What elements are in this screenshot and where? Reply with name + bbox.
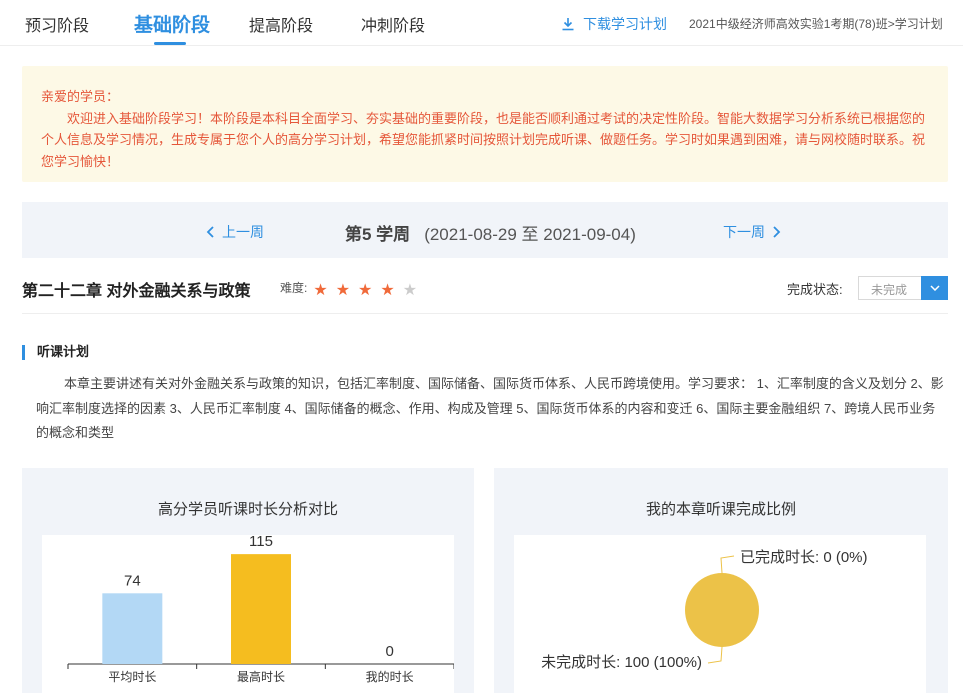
- bar-value-label: 115: [249, 535, 273, 550]
- star-filled-icon: ★: [335, 282, 351, 299]
- next-week-button[interactable]: 下一周: [723, 222, 781, 242]
- difficulty-label: 难度:: [280, 281, 308, 295]
- notice-body: 欢迎进入基础阶段学习！本阶段是本科目全面学习、夯实基础的重要阶段，也是能否顺利通…: [41, 110, 926, 169]
- status-label: 完成状态:: [787, 282, 843, 297]
- pie-slice: [685, 573, 759, 647]
- week-navigation: 上一周 第5 学周 (2021-08-29 至 2021-09-04) 下一周: [22, 202, 948, 258]
- download-plan-label: 下载学习计划: [583, 16, 667, 32]
- bar-chart-area: 74 平均时长 115 最高时长 0 我的时长: [42, 535, 454, 693]
- tab-basic-stage[interactable]: 基础阶段: [134, 10, 210, 37]
- bar-value-label: 0: [385, 643, 393, 660]
- week-title: 第5 学周 (2021-08-29 至 2021-09-04): [345, 220, 636, 245]
- duration-comparison-panel: 高分学员听课时长分析对比 74 平均时长 115 最高时长 0 我的时长: [22, 468, 474, 693]
- pie-leader-line: [720, 555, 735, 574]
- notice-greeting: 亲爱的学员：: [41, 89, 120, 104]
- pie-label-incomplete: 未完成时长: 100 (100%): [541, 654, 702, 671]
- chevron-right-icon: [773, 226, 781, 238]
- difficulty-stars: ★ ★ ★ ★ ★: [313, 280, 425, 300]
- pie-chart: 已完成时长: 0 (0%) 未完成时长: 100 (100%): [541, 549, 868, 671]
- download-icon: [562, 18, 574, 31]
- next-week-label: 下一周: [723, 224, 765, 240]
- star-empty-icon: ★: [402, 282, 418, 299]
- previous-week-button[interactable]: 上一周: [206, 222, 264, 242]
- status-select[interactable]: 未完成: [858, 276, 948, 300]
- bar-chart-title: 高分学员听课时长分析对比: [157, 501, 338, 518]
- x-tick-label: 最高时长: [237, 669, 285, 684]
- x-tick-label: 我的时长: [366, 669, 414, 684]
- chevron-left-icon: [206, 226, 214, 238]
- star-filled-icon: ★: [313, 282, 328, 299]
- status-value: 未完成: [871, 283, 908, 297]
- lecture-plan-title: 听课计划: [22, 345, 89, 360]
- pie-label-completed: 已完成时长: 0 (0%): [740, 549, 868, 566]
- x-tick-label: 平均时长: [108, 670, 156, 684]
- pie-chart-area: 已完成时长: 0 (0%) 未完成时长: 100 (100%): [514, 535, 926, 693]
- bar: [102, 593, 163, 664]
- lecture-plan-description: 本章主要讲述有关对外金融关系与政策的知识，包括汇率制度、国际储备、国际货币体系、…: [36, 376, 944, 440]
- week-number: 第5 学周: [345, 225, 411, 244]
- tab-sprint-stage[interactable]: 冲刺阶段: [361, 12, 425, 36]
- tab-advanced-stage[interactable]: 提高阶段: [249, 12, 313, 36]
- tab-preview-stage[interactable]: 预习阶段: [25, 12, 89, 36]
- bar-value-label: 74: [124, 572, 141, 589]
- star-filled-icon: ★: [380, 282, 395, 299]
- pie-leader-line: [707, 646, 723, 664]
- difficulty-rating: 难度: ★ ★ ★ ★ ★: [280, 279, 425, 300]
- chevron-down-icon[interactable]: [921, 276, 948, 300]
- bar-chart: 74 平均时长 115 最高时长 0 我的时长: [67, 535, 454, 684]
- download-plan-link[interactable]: 下载学习计划: [561, 14, 667, 34]
- stage-tabs: 预习阶段 基础阶段 提高阶段 冲刺阶段 下载学习计划 2021中级经济师高效实验…: [0, 0, 963, 46]
- bar: [231, 554, 291, 664]
- chapter-title: 第二十二章 对外金融关系与政策: [22, 283, 251, 300]
- star-filled-icon: ★: [358, 282, 373, 299]
- pie-chart-title: 我的本章听课完成比例: [645, 501, 796, 518]
- previous-week-label: 上一周: [222, 224, 264, 240]
- active-tab-indicator: [154, 42, 186, 45]
- completion-ratio-panel: 我的本章听课完成比例 已完成时长: 0 (0%) 未完成时长: 100 (100%…: [494, 468, 948, 693]
- chapter-header: 第二十二章 对外金融关系与政策 难度: ★ ★ ★ ★ ★ 完成状态: 未完成: [22, 262, 948, 314]
- week-date-range: (2021-08-29 至 2021-09-04): [424, 225, 636, 244]
- breadcrumb: 2021中级经济师高效实验1考期(78)班>学习计划: [689, 17, 943, 31]
- welcome-notice: 亲爱的学员： 欢迎进入基础阶段学习！本阶段是本科目全面学习、夯实基础的重要阶段，…: [22, 66, 948, 182]
